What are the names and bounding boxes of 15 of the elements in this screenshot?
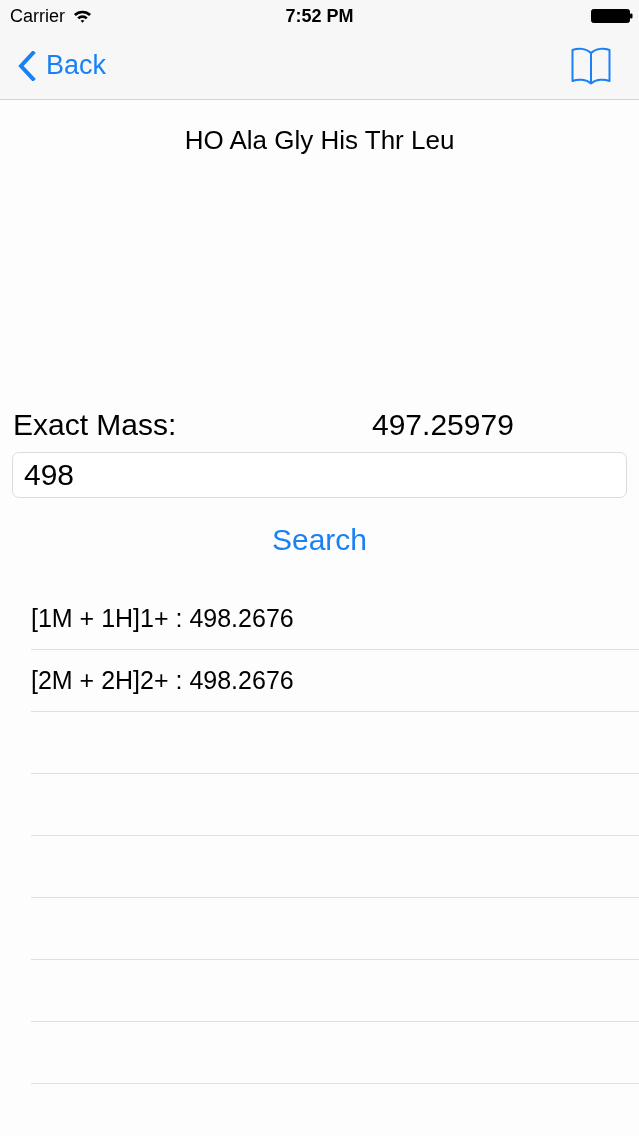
- search-button[interactable]: Search: [267, 518, 372, 562]
- wifi-icon: [73, 9, 92, 23]
- status-time: 7:52 PM: [285, 5, 354, 27]
- chevron-left-icon: [18, 50, 36, 81]
- carrier-label: Carrier: [10, 5, 65, 27]
- book-button[interactable]: [571, 46, 611, 85]
- back-button[interactable]: Back: [18, 50, 107, 81]
- book-icon: [571, 46, 611, 85]
- mass-input-field[interactable]: 498: [12, 452, 627, 498]
- exact-mass-label: Exact Mass:: [13, 407, 178, 443]
- result-row-text: [1M + 1H]1+ : 498.2676: [31, 604, 294, 633]
- result-row-text: [2M + 2H]2+ : 498.2676: [31, 666, 294, 695]
- battery-icon: [591, 9, 633, 23]
- exact-mass-value: 497.25979: [372, 407, 515, 443]
- peptide-sequence: HO Ala Gly His Thr Leu: [183, 125, 456, 155]
